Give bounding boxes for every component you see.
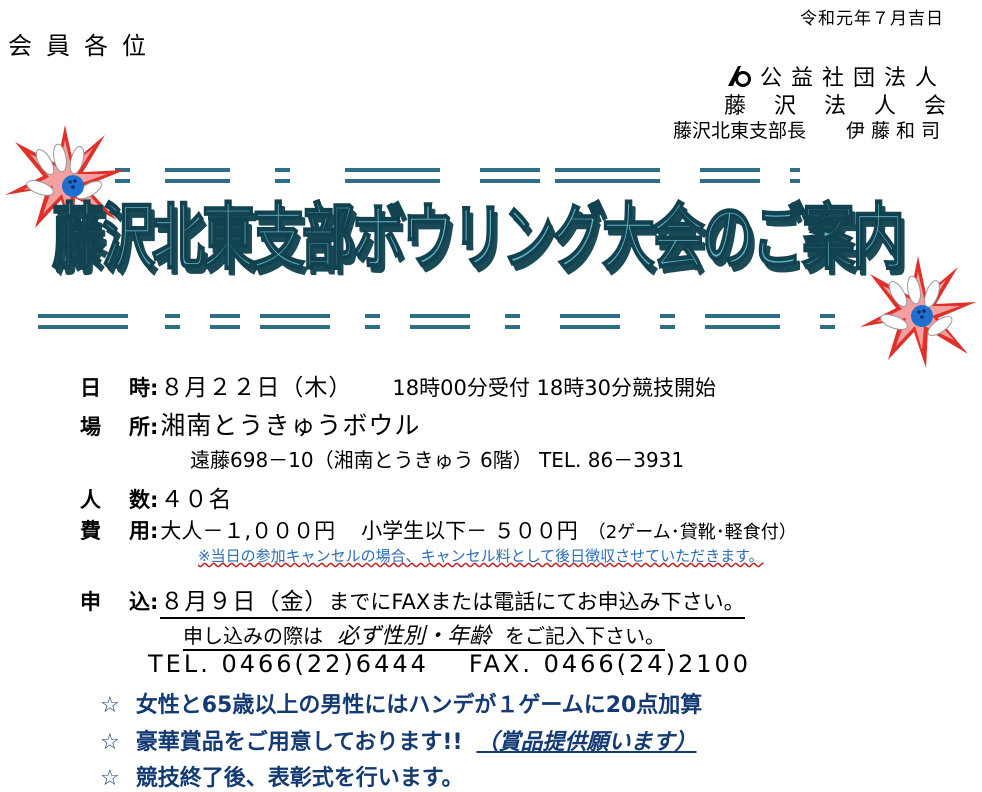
- place-address: 遠藤698－10（湘南とうきゅう 6階） TEL. 86－3931: [190, 448, 685, 472]
- bullet-text: 女性と65歳以上の男性にはハンデが１ゲームに20点加算: [135, 693, 703, 718]
- fee-label-1: 費: [80, 519, 101, 543]
- apply-date: ８月９日（金）: [160, 589, 329, 615]
- datetime-value: ８月２２日（木）: [160, 375, 353, 401]
- tel-number: TEL. 0466(22)6444: [148, 650, 429, 678]
- title-decoration-lines: [38, 168, 835, 329]
- apply-label-1: 申: [80, 590, 101, 614]
- bullet-item: ☆ 豪華賞品をご用意しております!! （賞品提供願います）: [100, 724, 697, 756]
- apply-note-b: 必ず性別・年齢: [337, 624, 492, 649]
- count-value: ４０名: [160, 487, 233, 513]
- apply-note-c: をご記入下さい。: [505, 624, 666, 648]
- apply-text: ８月９日（金）までにFAXまたは電話にてお申込み下さい。: [160, 582, 745, 619]
- bullet-item: ☆ 競技終了後、表彰式を行います。: [100, 760, 464, 792]
- apply-row: 申込 : ８月９日（金）までにFAXまたは電話にてお申込み下さい。: [80, 582, 745, 619]
- place-value: 湘南とうきゅうボウル: [160, 411, 421, 440]
- fee-row: 費用 : 大人－１,０００円 小学生以下－ ５００円 （2ゲーム･貸靴･軽食付）: [80, 515, 797, 545]
- apply-note-a: 申し込みの際は: [183, 624, 323, 648]
- contact-line: TEL. 0466(22)6444 FAX. 0466(24)2100: [148, 650, 751, 678]
- star-icon: ☆: [100, 693, 120, 718]
- place-row: 場所 : 湘南とうきゅうボウル: [80, 406, 420, 442]
- cancel-note: ※当日の参加キャンセルの場合、キャンセル料として後日徴収させていただきます。: [198, 547, 764, 565]
- datetime-label-2: 時: [129, 376, 150, 400]
- datetime-row: 日時 : ８月２２日（木） 18時00分受付 18時30分競技開始: [80, 368, 716, 402]
- bullet-text: 競技終了後、表彰式を行います。: [135, 766, 464, 791]
- event-title: 藤沢北東支部ボウリング大会のご案内: [51, 196, 905, 281]
- place-label-2: 所: [129, 415, 150, 439]
- datetime-label-1: 日: [80, 376, 101, 400]
- apply-label-2: 込: [129, 590, 150, 614]
- fee-child: 小学生以下－ ５００円: [361, 519, 578, 543]
- datetime-extra: 18時00分受付 18時30分競技開始: [392, 376, 716, 400]
- fee-label-2: 用: [129, 519, 150, 543]
- place-label-1: 場: [80, 415, 101, 439]
- count-label-2: 数: [129, 488, 150, 512]
- apply-instructions: までにFAXまたは電話にてお申込み下さい。: [328, 590, 745, 614]
- count-row: 人数 : ４０名: [80, 480, 232, 514]
- star-icon: ☆: [100, 730, 120, 755]
- star-icon: ☆: [100, 766, 120, 791]
- bullet-text: 豪華賞品をご用意しております!!: [135, 730, 463, 755]
- bullet-item: ☆ 女性と65歳以上の男性にはハンデが１ゲームに20点加算: [100, 687, 702, 719]
- apply-note-line: 申し込みの際は 必ず性別・年齢 をご記入下さい。: [183, 618, 666, 651]
- count-label-1: 人: [80, 488, 101, 512]
- fax-number: FAX. 0466(24)2100: [468, 650, 752, 678]
- fee-adult: 大人－１,０００円: [160, 519, 336, 543]
- bullet-extra: （賞品提供願います）: [476, 730, 697, 755]
- fee-note: （2ゲーム･貸靴･軽食付）: [587, 522, 797, 543]
